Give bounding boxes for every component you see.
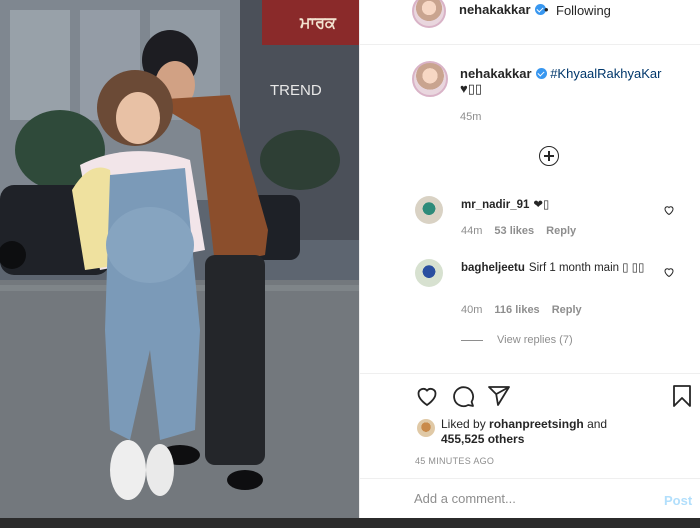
view-replies-label[interactable]: View replies (7) (497, 334, 573, 346)
liked-by-user[interactable]: rohanpreetsingh (489, 417, 584, 431)
bookmark-icon[interactable] (670, 384, 694, 408)
comment-time[interactable]: 44m (461, 225, 482, 237)
post-timestamp[interactable]: 45 MINUTES AGO (415, 456, 494, 466)
comment-meta: 40m 116 likes Reply (461, 304, 594, 316)
comment-like-heart-icon[interactable] (663, 204, 675, 216)
caption-hashtag[interactable]: #KhyaalRakhyaKar (550, 66, 661, 81)
comment-likes[interactable]: 53 likes (494, 225, 534, 237)
liked-by-others[interactable]: 455,525 others (441, 432, 524, 446)
liked-by-and: and (587, 417, 608, 431)
comment-body: mr_nadir_91 ❤▯ (461, 198, 657, 212)
comment-likes[interactable]: 116 likes (494, 304, 539, 316)
verified-badge-icon (535, 68, 547, 79)
heart-icon[interactable] (415, 384, 439, 408)
post-photo-image: ਮਾਰਕ TREND (0, 0, 359, 518)
add-comment-input[interactable] (414, 491, 644, 506)
comment-like-heart-icon[interactable] (663, 266, 675, 278)
liked-by-avatar[interactable] (417, 419, 435, 437)
reply-button[interactable]: Reply (552, 304, 582, 316)
caption-avatar[interactable] (412, 61, 448, 97)
caption-header: nehakakkar #KhyaalRakhyaKar (460, 66, 661, 81)
comment-body: bagheljeetu Sirf 1 month main ▯ ▯▯ (461, 261, 657, 275)
header-separator: • (544, 2, 549, 17)
commenter-username[interactable]: mr_nadir_91 (461, 199, 529, 211)
commenter-avatar[interactable] (415, 259, 443, 287)
liked-by-prefix: Liked by (441, 417, 486, 431)
comment-text: Sirf 1 month main ▯ ▯▯ (528, 262, 645, 274)
view-replies-line (461, 339, 483, 341)
caption-time[interactable]: 45m (460, 111, 481, 123)
author-username-text[interactable]: nehakakkar (459, 2, 531, 17)
action-bar: Liked by rohanpreetsingh and 455,525 oth… (360, 373, 700, 474)
caption-username[interactable]: nehakakkar (460, 66, 532, 81)
liked-by-summary: Liked by rohanpreetsingh and 455,525 oth… (441, 417, 607, 447)
load-more-comments-icon[interactable] (539, 146, 559, 166)
comment-meta: 44m 53 likes Reply (461, 225, 588, 237)
commenter-avatar[interactable] (415, 196, 443, 224)
reply-button[interactable]: Reply (546, 225, 576, 237)
shop-sign-text: ਮਾਰਕ (299, 13, 337, 32)
commenter-username[interactable]: bagheljeetu (461, 262, 525, 274)
store-name-text: TREND (270, 82, 322, 99)
comment-time[interactable]: 40m (461, 304, 482, 316)
post-photo[interactable]: ਮਾਰਕ TREND (0, 0, 359, 518)
post-sidebar: nehakakkar • Following nehakakkar #Khyaa… (359, 0, 700, 518)
caption-text: ♥▯▯ (460, 81, 483, 96)
post-comment-button[interactable]: Post (664, 493, 692, 508)
add-comment-bar: Post (360, 478, 700, 519)
author-avatar[interactable] (412, 0, 446, 28)
comment-icon[interactable] (451, 384, 475, 408)
following-button[interactable]: Following (556, 3, 611, 18)
view-replies-button[interactable]: View replies (7) (461, 334, 573, 346)
comment-text: ❤▯ (533, 199, 550, 211)
share-icon[interactable] (487, 384, 511, 408)
bottom-strip (0, 518, 700, 528)
post-header: nehakakkar • Following (360, 0, 700, 45)
author-username[interactable]: nehakakkar (459, 2, 546, 17)
